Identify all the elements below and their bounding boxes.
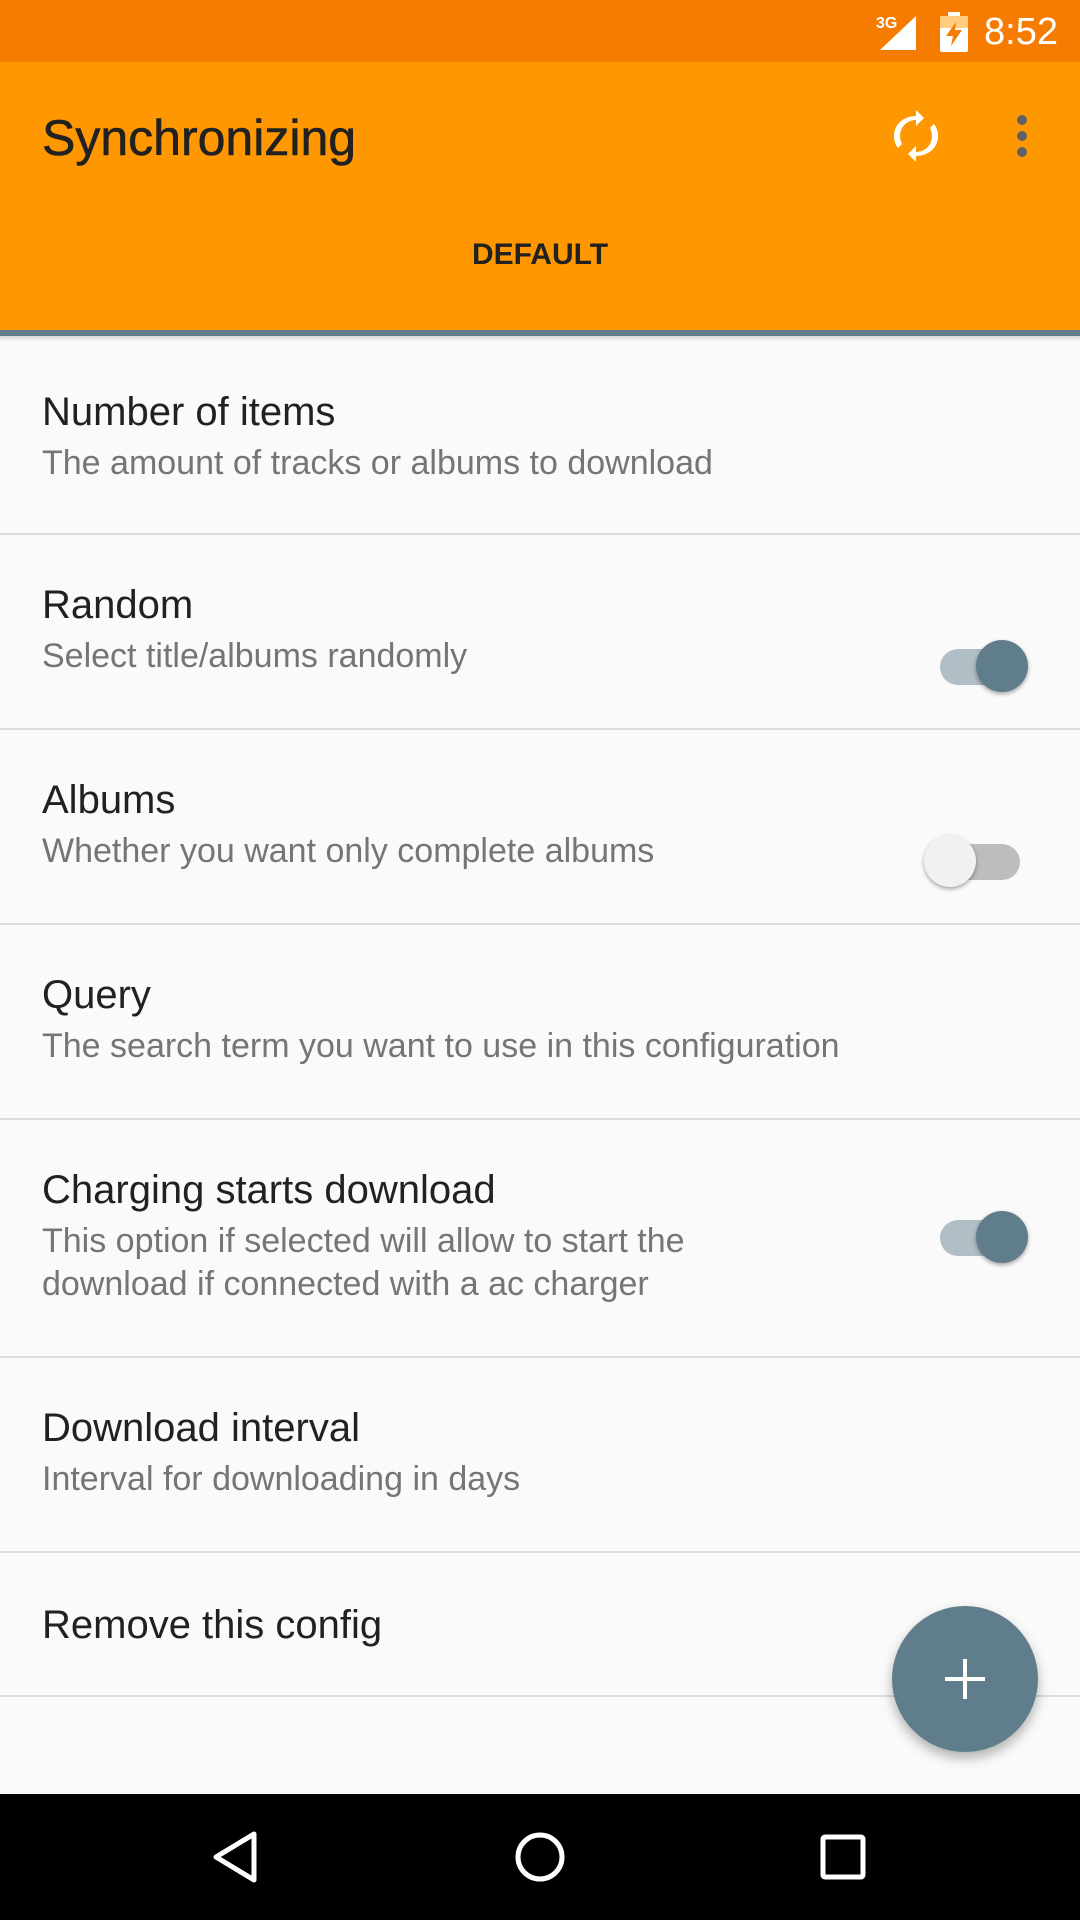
- pref-title: Random: [42, 583, 194, 627]
- network-type-label: 3G: [876, 15, 897, 32]
- pref-summary-line-1: This option if selected will allow to st…: [42, 1222, 685, 1260]
- pref-summary: Whether you want only complete albums: [42, 832, 655, 870]
- pref-query[interactable]: Query The search term you want to use in…: [0, 925, 1080, 1120]
- navigation-bar: [0, 1794, 1080, 1920]
- sync-icon: [894, 110, 938, 162]
- random-switch[interactable]: [924, 631, 1028, 701]
- pref-summary: The amount of tracks or albums to downlo…: [42, 444, 713, 482]
- pref-title: Number of items: [42, 390, 336, 434]
- tab-default[interactable]: DEFAULT: [0, 237, 1080, 273]
- pref-title: Charging starts download: [42, 1168, 496, 1212]
- pref-title: Albums: [42, 778, 176, 822]
- status-bar: 3G 8:52: [0, 0, 1080, 62]
- home-icon: [515, 1832, 565, 1882]
- battery-charging-icon: [940, 12, 968, 52]
- pref-summary: Select title/albums randomly: [42, 637, 468, 675]
- sync-button[interactable]: [882, 102, 950, 170]
- more-options-button[interactable]: [992, 102, 1052, 170]
- app-bar: Synchronizing DEFAULT: [0, 62, 1080, 330]
- recents-button[interactable]: [808, 1822, 878, 1892]
- back-icon: [213, 1831, 257, 1883]
- pref-title: Download interval: [42, 1406, 360, 1450]
- pref-title: Query: [42, 973, 151, 1017]
- switch-thumb: [976, 640, 1028, 692]
- add-config-button[interactable]: [892, 1606, 1038, 1752]
- albums-switch[interactable]: [924, 826, 1028, 896]
- signal-icon: 3G: [876, 15, 916, 50]
- clock: 8:52: [984, 11, 1058, 53]
- pref-charging-starts-download[interactable]: Charging starts download This option if …: [0, 1120, 1080, 1358]
- pref-title: Remove this config: [42, 1603, 383, 1647]
- recents-icon: [820, 1834, 866, 1880]
- more-vert-icon: [1017, 115, 1027, 157]
- add-icon: [945, 1659, 985, 1699]
- home-button[interactable]: [505, 1822, 575, 1892]
- page-title: Synchronizing: [42, 110, 357, 167]
- switch-thumb: [976, 1211, 1028, 1263]
- pref-summary: Interval for downloading in days: [42, 1460, 521, 1498]
- back-button[interactable]: [200, 1822, 270, 1892]
- pref-summary: The search term you want to use in this …: [42, 1027, 840, 1065]
- pref-number-of-items[interactable]: Number of items The amount of tracks or …: [0, 342, 1080, 535]
- switch-thumb: [924, 835, 976, 887]
- pref-albums[interactable]: Albums Whether you want only complete al…: [0, 730, 1080, 925]
- pref-summary-line-2: download if connected with a ac charger: [42, 1265, 649, 1303]
- charging-switch[interactable]: [924, 1202, 1028, 1272]
- pref-random[interactable]: Random Select title/albums randomly: [0, 535, 1080, 730]
- pref-download-interval[interactable]: Download interval Interval for downloadi…: [0, 1358, 1080, 1553]
